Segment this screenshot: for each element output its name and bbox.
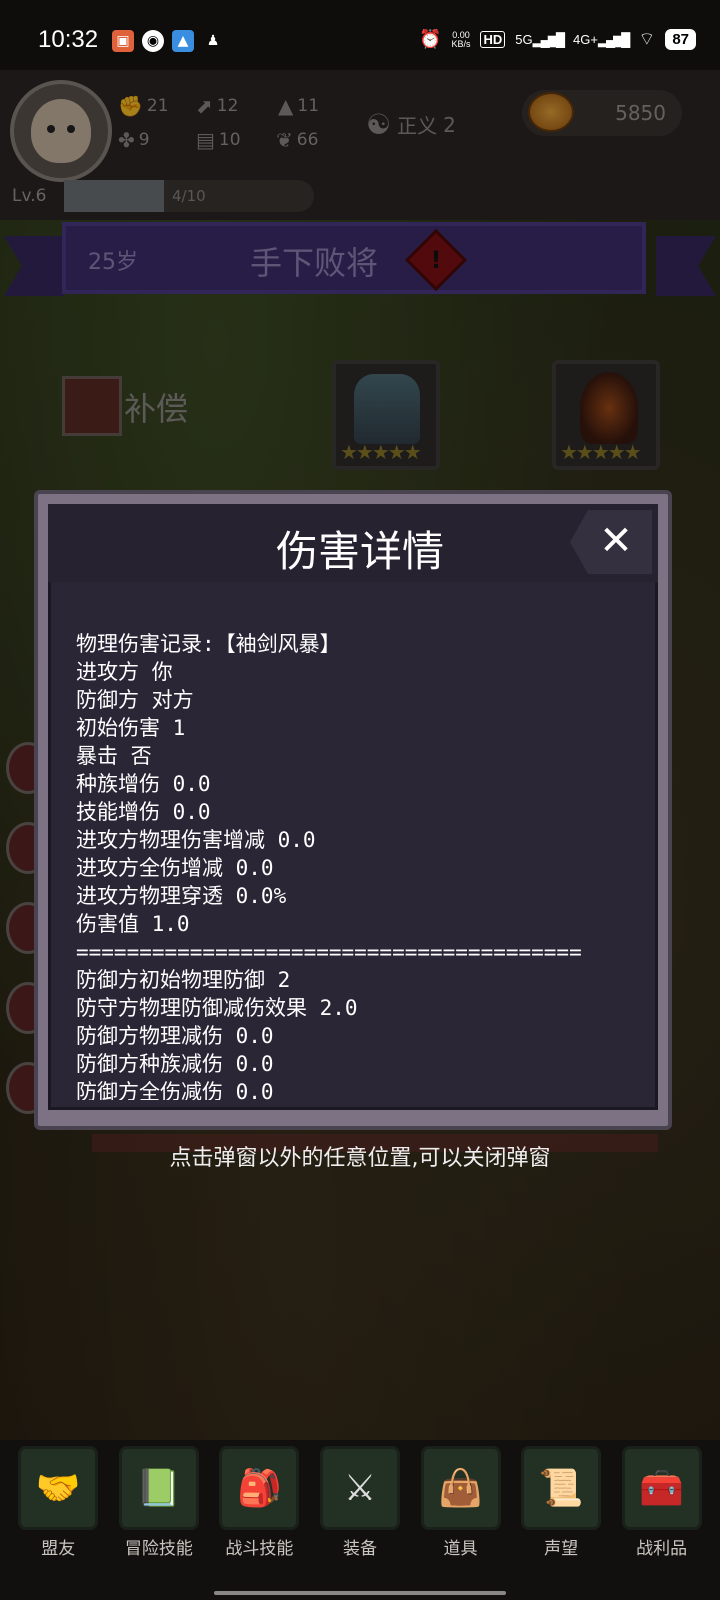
close-icon[interactable]: ✕ <box>590 514 642 568</box>
scroll-icon: 📜 <box>521 1446 602 1530</box>
nav-item[interactable]: 🤝 盟友 <box>14 1436 102 1590</box>
damage-log-line: 进攻方全伤增减 0.0 <box>76 856 274 880</box>
nav-label: 冒险技能 <box>124 1539 193 1559</box>
bag-icon: 👜 <box>420 1446 501 1530</box>
nav-item[interactable]: 📜 声望 <box>517 1436 605 1590</box>
damage-log-line: 进攻方物理穿透 0.0% <box>76 884 287 908</box>
nav-label: 装备 <box>342 1539 377 1559</box>
battery-indicator: 87 <box>665 29 696 50</box>
damage-log-line: 伤害值 1.0 <box>76 912 190 936</box>
status-bar: 10:32 ▣ ◉ ▲ ♟ ⏰ 0.00 KB/s HD 5G▂▄▆█ 4G+▂… <box>0 0 720 70</box>
damage-log-line: 防御方种族减伤 0.0 <box>76 1052 274 1076</box>
hd-icon: HD <box>480 31 506 48</box>
book-icon: 📗 <box>118 1446 199 1530</box>
damage-log-line: 防御方物理减伤 0.0 <box>76 1024 274 1048</box>
nav-label: 盟友 <box>41 1539 76 1559</box>
damage-log-line: 防御方初始物理防御 2 <box>76 968 291 992</box>
handshake-icon: 🤝 <box>18 1446 99 1530</box>
damage-log-line: 物理伤害记录:【袖剑风暴】 <box>76 632 341 656</box>
damage-log-line: 技能增伤 0.0 <box>76 800 211 824</box>
nav-item[interactable]: 👜 道具 <box>417 1436 505 1590</box>
damage-log-line: 进攻方 你 <box>76 660 173 684</box>
backpack-icon: 🎒 <box>219 1446 300 1530</box>
status-time: 10:32 <box>38 26 99 53</box>
nav-label: 声望 <box>544 1539 579 1559</box>
damage-log-line: 防御方 对方 <box>76 688 194 712</box>
network-speed: 0.00 KB/s <box>451 29 471 49</box>
damage-log-line: 防御方全伤减伤 0.0 <box>76 1080 274 1100</box>
damage-log-line: 初始伤害 1 <box>76 716 186 740</box>
signal-4g: 4G+▂▄▆█ <box>573 31 630 47</box>
nav-label: 道具 <box>443 1539 478 1559</box>
wifi-icon: ⌔ <box>638 29 656 49</box>
damage-log-line: 进攻方物理伤害增减 0.0 <box>76 828 316 852</box>
treasure-chest-icon: 🧰 <box>621 1446 702 1530</box>
damage-log-line: 防守方物理防御减伤效果 2.0 <box>76 996 358 1020</box>
signal-5g: 5G▂▄▆█ <box>515 31 565 47</box>
nav-label: 战利品 <box>636 1539 688 1559</box>
nav-label: 战斗技能 <box>225 1539 294 1559</box>
nav-item[interactable]: 🧰 战利品 <box>618 1436 706 1590</box>
bottom-nav: 🤝 盟友 📗 冒险技能 🎒 战斗技能 ⚔ 装备 👜 道具 📜 声望 🧰 战利品 <box>0 1436 720 1590</box>
damage-log: 物理伤害记录:【袖剑风暴】 进攻方 你防御方 对方 初始伤害 1 暴击 否种族增伤 0… <box>76 630 636 1100</box>
home-indicator[interactable] <box>214 1591 506 1595</box>
damage-log-line: 暴击 否 <box>76 744 152 768</box>
damage-log-line: ======================================== <box>76 940 582 964</box>
crossed-swords-icon: ⚔ <box>319 1446 400 1530</box>
chat-notification-icon: ◉ <box>142 30 164 52</box>
status-icons: ⏰ 0.00 KB/s HD 5G▂▄▆█ 4G+▂▄▆█ ⌔ 87 <box>419 28 696 51</box>
qq-notification-icon: ♟ <box>206 33 220 49</box>
alarm-icon: ⏰ <box>419 29 442 49</box>
nav-item[interactable]: 📗 冒险技能 <box>115 1436 203 1590</box>
nav-item[interactable]: ⚔ 装备 <box>316 1436 404 1590</box>
close-hint: 点击弹窗以外的任意位置,可以关闭弹窗 <box>169 1146 551 1171</box>
app-notification-icon: ▲ <box>172 30 194 52</box>
nav-item[interactable]: 🎒 战斗技能 <box>215 1436 303 1590</box>
app-notification-icon: ▣ <box>112 30 134 52</box>
damage-log-line: 种族增伤 0.0 <box>76 772 211 796</box>
